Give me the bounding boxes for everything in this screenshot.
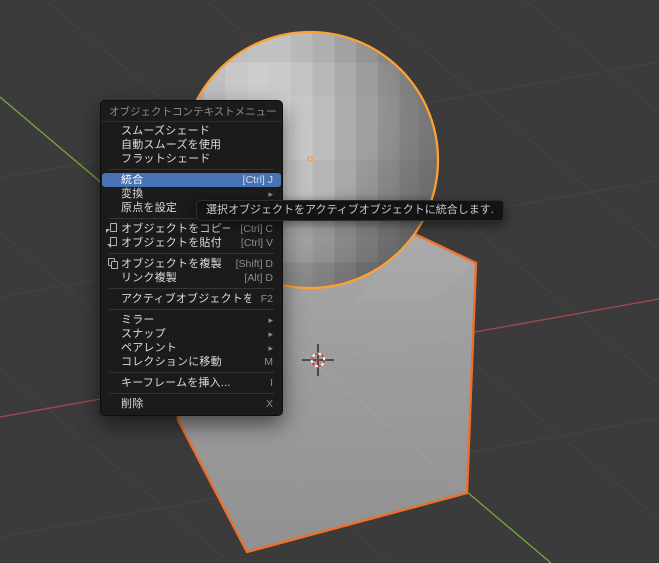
join-tooltip: 選択オブジェクトをアクティブオブジェクトに統合します. (196, 200, 504, 221)
menu-item-icon-spacer (106, 174, 121, 186)
menu-separator (109, 393, 274, 394)
menu-separator (109, 253, 274, 254)
menu-item-delete[interactable]: 削除 X (102, 397, 281, 411)
menu-item-parent[interactable]: ペアレント ▸ (102, 341, 281, 355)
submenu-arrow-icon: ▸ (268, 329, 273, 339)
menu-item-shade-smooth[interactable]: スムーズシェード (102, 124, 281, 138)
menu-item-label: オブジェクトを貼付 (121, 237, 222, 249)
menu-item-label: リンク複製 (121, 272, 177, 284)
menu-item-convert[interactable]: 変換 ▸ (102, 187, 281, 201)
menu-item-label: オブジェクトを複製 (121, 258, 222, 270)
menu-item-label: 変換 (121, 188, 144, 200)
menu-item-icon-spacer (106, 125, 121, 137)
menu-item-shortcut: [Ctrl] J (242, 174, 273, 186)
menu-item-icon-spacer (106, 398, 121, 410)
menu-item-use-auto-smooth[interactable]: 自動スムーズを使用 (102, 138, 281, 152)
menu-item-label: コレクションに移動 (121, 356, 222, 368)
context-menu-title: オブジェクトコンテキストメニュー (109, 106, 277, 118)
menu-item-paste-objects[interactable]: オブジェクトを貼付 [Ctrl] V (102, 236, 281, 250)
menu-separator (109, 169, 274, 170)
menu-item-insert-keyframe[interactable]: キーフレームを挿入... I (102, 376, 281, 390)
menu-item-icon-spacer (106, 188, 121, 200)
menu-item-mirror[interactable]: ミラー ▸ (102, 313, 281, 327)
blender-3d-viewport: オブジェクトコンテキストメニュー スムーズシェード 自動スムーズを使用 フラットシェ… (0, 0, 659, 563)
menu-item-duplicate-objects[interactable]: オブジェクトを複製 [Shift] D (102, 257, 281, 271)
menu-item-shortcut: M (264, 356, 273, 368)
menu-item-shortcut: [Shift] D (235, 258, 273, 270)
menu-separator (109, 372, 274, 373)
menu-item-icon-spacer (106, 272, 121, 284)
menu-item-label: 削除 (121, 398, 144, 410)
menu-item-duplicate-linked[interactable]: リンク複製 [Alt] D (102, 271, 281, 285)
menu-item-shade-flat[interactable]: フラットシェード (102, 152, 281, 166)
menu-item-icon-spacer (106, 356, 121, 368)
submenu-arrow-icon: ▸ (268, 315, 273, 325)
viewport-canvas[interactable] (0, 0, 659, 563)
menu-item-icon-spacer (106, 377, 121, 389)
menu-item-label: フラットシェード (121, 153, 211, 165)
paste-icon (106, 237, 121, 249)
menu-item-icon-spacer (106, 328, 121, 340)
menu-item-shortcut: X (265, 398, 273, 410)
menu-item-icon-spacer (106, 202, 121, 214)
menu-item-label: キーフレームを挿入... (121, 377, 231, 389)
submenu-arrow-icon: ▸ (268, 343, 273, 353)
menu-separator (109, 309, 274, 310)
menu-item-copy-objects[interactable]: オブジェクトをコピー [Ctrl] C (102, 222, 281, 236)
menu-item-label: スナップ (121, 328, 166, 340)
menu-title-separator (101, 121, 282, 122)
menu-item-shortcut: [Alt] D (244, 272, 273, 284)
menu-item-icon-spacer (106, 342, 121, 354)
menu-item-shortcut: [Ctrl] C (240, 223, 273, 235)
menu-item-shortcut: [Ctrl] V (240, 237, 273, 249)
menu-item-label: アクティブオブジェクトをリネーム... (121, 293, 251, 305)
menu-item-label: 自動スムーズを使用 (121, 139, 222, 151)
menu-item-label: オブジェクトをコピー (121, 223, 231, 235)
menu-item-icon-spacer (106, 293, 121, 305)
object-context-menu: オブジェクトコンテキストメニュー スムーズシェード 自動スムーズを使用 フラットシェ… (100, 100, 283, 416)
menu-item-icon-spacer (106, 314, 121, 326)
menu-item-icon-spacer (106, 153, 121, 165)
duplicate-icon (106, 258, 121, 270)
menu-item-shortcut: I (270, 377, 273, 389)
copy-icon (106, 223, 121, 235)
menu-item-icon-spacer (106, 139, 121, 151)
menu-item-label: ペアレント (121, 342, 177, 354)
menu-item-snap[interactable]: スナップ ▸ (102, 327, 281, 341)
menu-item-join[interactable]: 統合 [Ctrl] J (102, 173, 281, 187)
menu-item-rename-active-object[interactable]: アクティブオブジェクトをリネーム... F2 (102, 292, 281, 306)
menu-item-label: 統合 (121, 174, 144, 186)
menu-item-label: ミラー (121, 314, 155, 326)
menu-item-label: スムーズシェード (121, 125, 211, 137)
menu-item-move-to-collection[interactable]: コレクションに移動 M (102, 355, 281, 369)
submenu-arrow-icon: ▸ (268, 189, 273, 199)
context-menu-items: スムーズシェード 自動スムーズを使用 フラットシェード 統合 [Ctrl] J 変換 ▸ 原点… (101, 124, 282, 411)
menu-separator (109, 288, 274, 289)
menu-item-shortcut: F2 (260, 293, 273, 305)
